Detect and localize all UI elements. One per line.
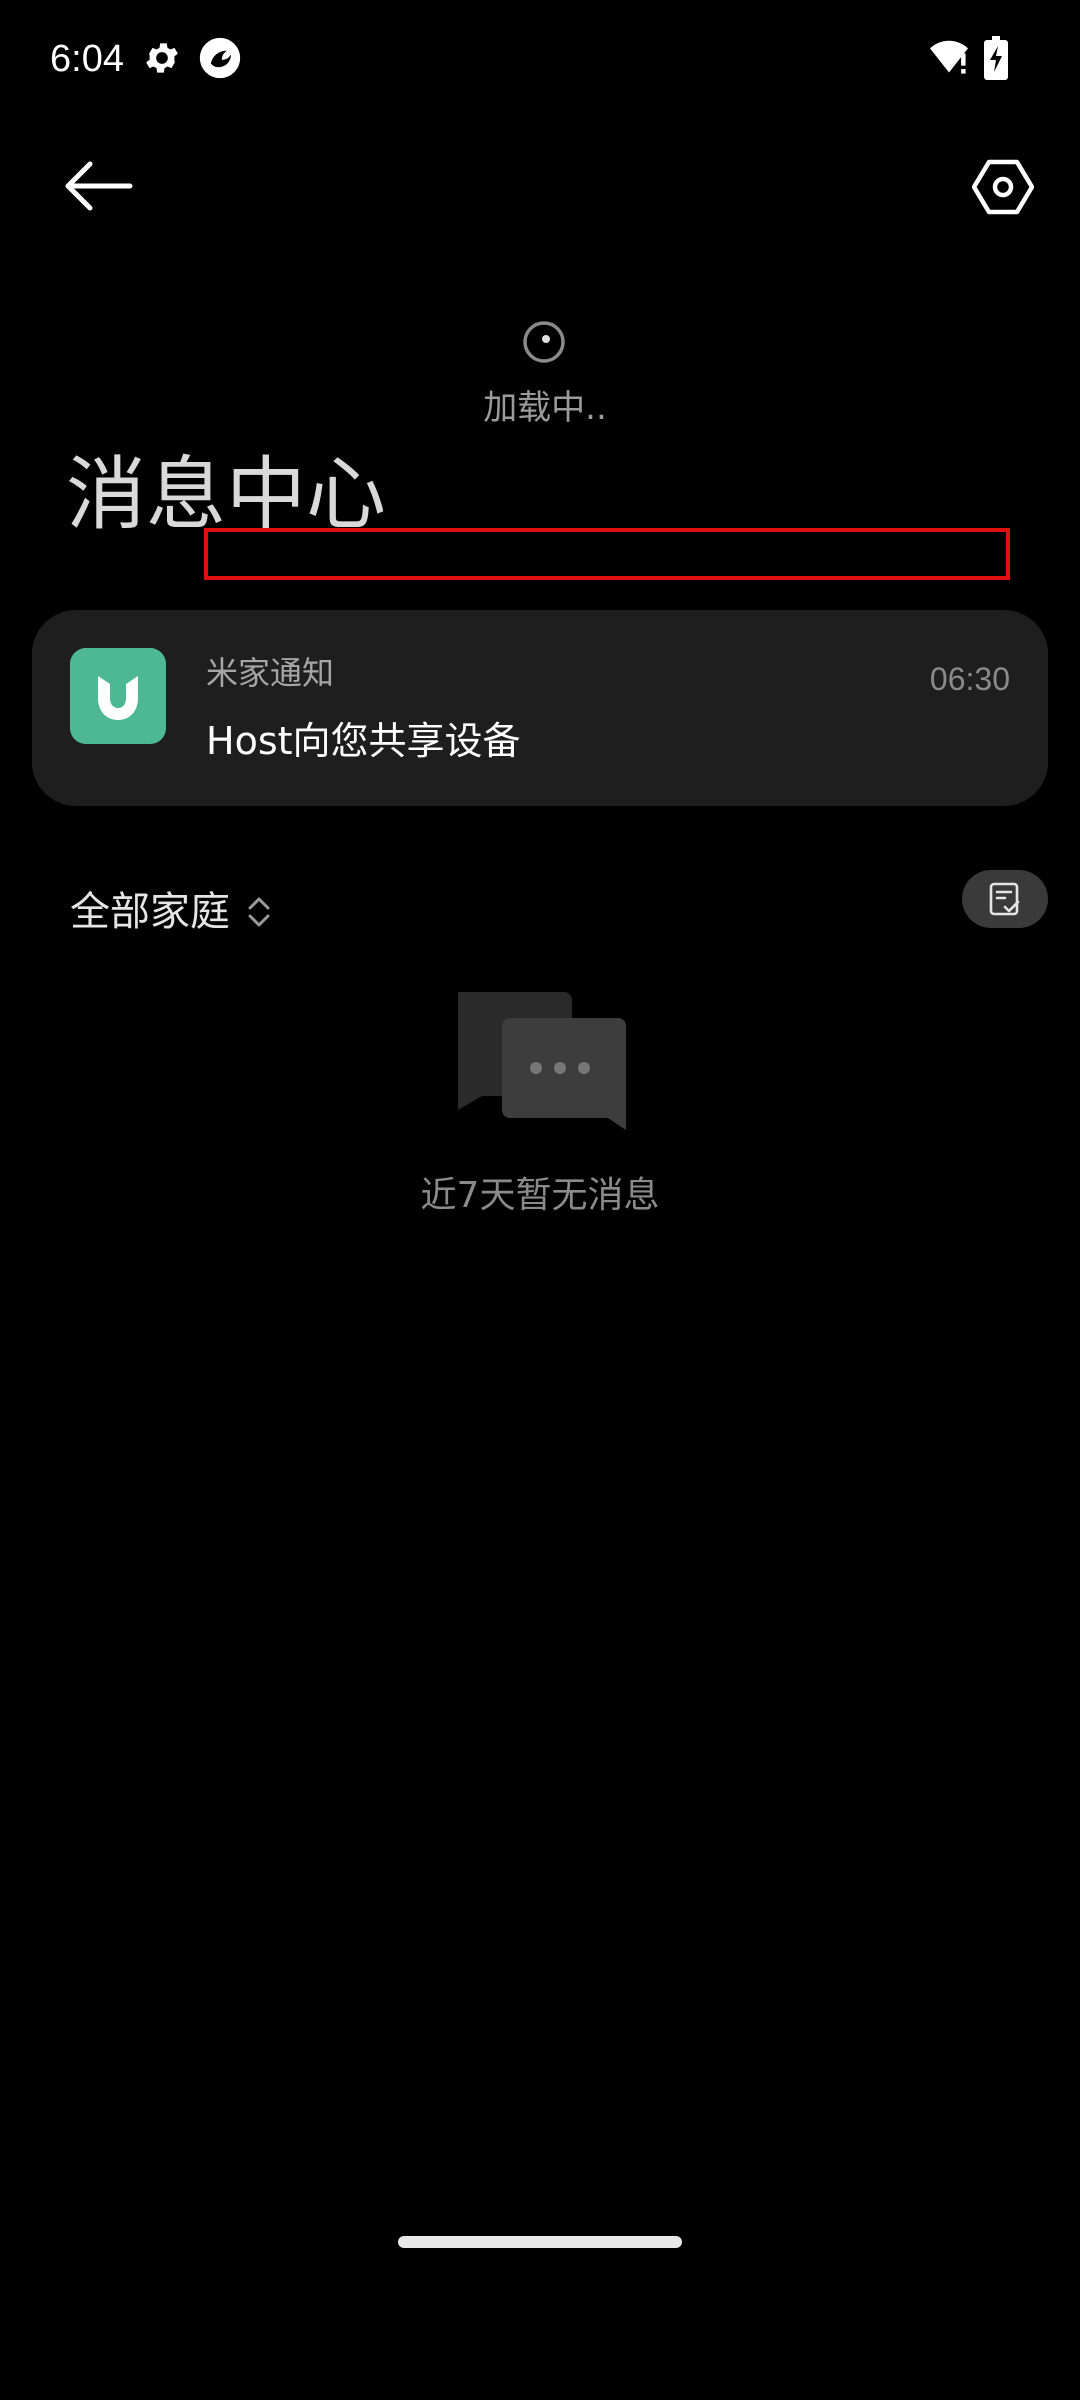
chat-bubbles-icon	[458, 992, 626, 1130]
empty-state-text: 近7天暂无消息	[420, 1175, 660, 1216]
sort-updown-icon	[248, 897, 270, 927]
notification-source: 米家通知	[206, 654, 335, 692]
back-button[interactable]	[60, 156, 134, 216]
mark-all-read-button[interactable]	[962, 870, 1048, 928]
highlight-box	[204, 528, 1010, 580]
mark-all-read-icon	[989, 882, 1020, 916]
family-filter-label: 全部家庭	[70, 889, 230, 935]
loading-spinner-icon	[523, 321, 565, 363]
notification-message: Host向您共享设备	[206, 719, 521, 763]
wifi-icon	[930, 40, 968, 74]
app-icon	[199, 37, 241, 79]
home-indicator[interactable]	[398, 2236, 682, 2248]
gear-icon	[146, 43, 178, 73]
settings-hexagon-icon[interactable]	[972, 156, 1034, 218]
mijia-logo-icon	[70, 648, 166, 744]
battery-icon	[984, 36, 1008, 80]
status-time: 6:04	[50, 38, 124, 80]
family-filter-dropdown[interactable]: 全部家庭	[70, 882, 274, 942]
notification-time: 06:30	[929, 661, 1010, 697]
notification-card[interactable]	[32, 610, 1048, 806]
loading-text: 加载中..	[483, 388, 607, 428]
